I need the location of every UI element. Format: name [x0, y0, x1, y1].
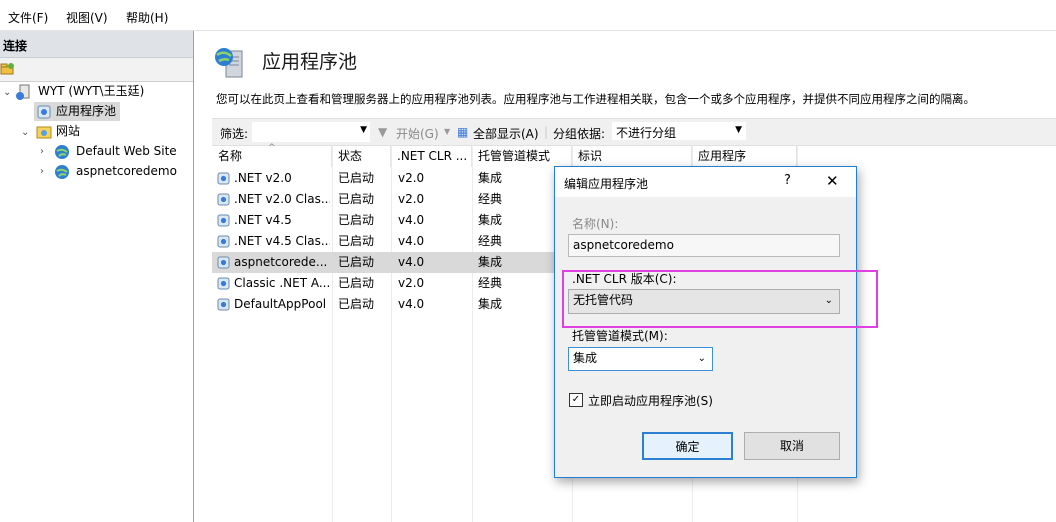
name-label: 名称(N): — [572, 217, 619, 231]
show-all-icon: ▦ — [457, 125, 469, 139]
name-field[interactable]: aspnetcoredemo — [568, 234, 840, 257]
cell-status: 已启动 — [338, 213, 375, 227]
separator: | — [544, 125, 549, 139]
connections-toolbar — [0, 58, 193, 82]
column-header-applications[interactable]: 应用程序 — [692, 146, 797, 167]
cell-clr: v2.0 — [398, 192, 425, 206]
server-icon — [16, 84, 32, 106]
app-pool-icon — [216, 171, 231, 189]
connect-icon[interactable] — [0, 62, 14, 79]
page-title: 应用程序池 — [262, 51, 358, 73]
expand-sites-chevron-icon[interactable]: ⌄ — [21, 127, 29, 138]
app-pools-label: 应用程序池 — [56, 104, 117, 118]
app-pool-icon — [216, 276, 231, 294]
cell-status: 已启动 — [338, 276, 375, 290]
cell-name: .NET v4.5 Clas... — [234, 234, 330, 248]
sort-ascending-icon: ^ — [268, 143, 276, 153]
globe-icon — [54, 144, 70, 166]
close-icon[interactable]: ✕ — [826, 172, 839, 190]
cell-clr: v4.0 — [398, 297, 425, 311]
connections-header: 连接 — [0, 31, 193, 58]
group-by-select[interactable]: 不进行分组 ▼ — [612, 122, 746, 140]
column-header-name[interactable]: 名称 ^ — [212, 143, 332, 167]
cell-clr: v2.0 — [398, 171, 425, 185]
cell-clr: v4.0 — [398, 213, 425, 227]
cell-status: 已启动 — [338, 234, 375, 248]
app-pool-icon — [216, 255, 231, 273]
server-label: WYT (WYT\王玉廷) — [38, 84, 145, 98]
cell-name: .NET v4.5 — [234, 213, 292, 227]
app-pool-icon — [216, 192, 231, 210]
chevron-down-icon[interactable]: ▼ — [360, 125, 367, 135]
cell-name: Classic .NET A... — [234, 276, 330, 290]
filter-bar: 筛选: ▼ ▼ 开始(G) ▼ ▦ 全部显示(A) | 分组依据: 不进行分组 … — [212, 118, 1056, 146]
cell-status: 已启动 — [338, 192, 375, 206]
cell-clr: v4.0 — [398, 255, 425, 269]
cell-name: .NET v2.0 Clas... — [234, 192, 330, 206]
show-all-button[interactable]: 全部显示(A) — [473, 125, 539, 142]
expand-site-chevron-icon[interactable]: › — [40, 166, 44, 177]
cell-name: DefaultAppPool — [234, 297, 327, 311]
funnel-icon: ▼ — [378, 125, 388, 139]
ok-button[interactable]: 确定 — [642, 432, 733, 460]
group-by-label: 分组依据: — [553, 127, 606, 141]
site-label: Default Web Site — [76, 144, 177, 158]
cell-status: 已启动 — [338, 171, 375, 185]
pipeline-mode-label: 托管管道模式(M): — [572, 329, 668, 343]
sites-label: 网站 — [56, 124, 81, 138]
autostart-label: 立即启动应用程序池(S) — [588, 394, 713, 408]
cell-status: 已启动 — [338, 255, 375, 269]
column-header-pipeline[interactable]: 托管管道模式 — [472, 146, 572, 167]
site-label: aspnetcoredemo — [76, 164, 177, 178]
cell-name: .NET v2.0 — [234, 171, 292, 185]
menu-bar: 文件(F) 视图(V) 帮助(H) — [0, 0, 1056, 31]
connections-pane: 连接 ⌄ WYT (WYT\王玉廷) 应用程序池 ⌄ 网站 › Default … — [0, 31, 194, 522]
column-header-identity[interactable]: 标识 — [572, 146, 692, 167]
cell-name: aspnetcorede... — [234, 255, 328, 269]
menu-view[interactable]: 视图(V) — [66, 9, 108, 26]
chevron-down-icon[interactable]: ▼ — [444, 127, 450, 136]
page-description: 您可以在此页上查看和管理服务器上的应用程序池列表。应用程序池与工作进程相关联，包… — [216, 92, 975, 106]
chevron-down-icon: ▼ — [735, 125, 742, 135]
collapse-chevron-icon[interactable]: ⌄ — [3, 87, 11, 98]
app-pools-title-icon — [214, 45, 246, 82]
start-filter-button[interactable]: 开始(G) — [396, 125, 439, 142]
app-pool-icon — [216, 234, 231, 252]
highlight-annotation-box — [562, 270, 878, 328]
app-pool-icon — [36, 104, 52, 126]
cell-clr: v2.0 — [398, 276, 425, 290]
menu-help[interactable]: 帮助(H) — [126, 9, 168, 26]
connections-title: 连接 — [3, 39, 28, 53]
tree-app-pools[interactable]: 应用程序池 — [34, 102, 120, 121]
sites-folder-icon — [36, 124, 52, 146]
globe-icon — [54, 164, 70, 186]
chevron-down-icon: ⌄ — [697, 353, 706, 364]
dialog-title: 编辑应用程序池 — [564, 177, 649, 191]
cancel-button[interactable]: 取消 — [744, 432, 840, 460]
help-button[interactable]: ? — [784, 173, 791, 188]
cell-status: 已启动 — [338, 297, 375, 311]
filter-label: 筛选: — [220, 127, 249, 141]
column-header-status[interactable]: 状态 — [332, 146, 391, 167]
dialog-titlebar: 编辑应用程序池 ? ✕ — [555, 167, 856, 197]
app-pool-icon — [216, 297, 231, 315]
column-header-clr[interactable]: .NET CLR ... — [391, 146, 472, 167]
menu-file[interactable]: 文件(F) — [8, 9, 48, 26]
app-pool-icon — [216, 213, 231, 231]
autostart-checkbox[interactable]: ✓ — [569, 393, 583, 407]
checkmark-icon: ✓ — [571, 394, 581, 405]
expand-site-chevron-icon[interactable]: › — [40, 146, 44, 157]
pipeline-mode-select[interactable]: 集成 ⌄ — [568, 347, 713, 371]
cell-clr: v4.0 — [398, 234, 425, 248]
